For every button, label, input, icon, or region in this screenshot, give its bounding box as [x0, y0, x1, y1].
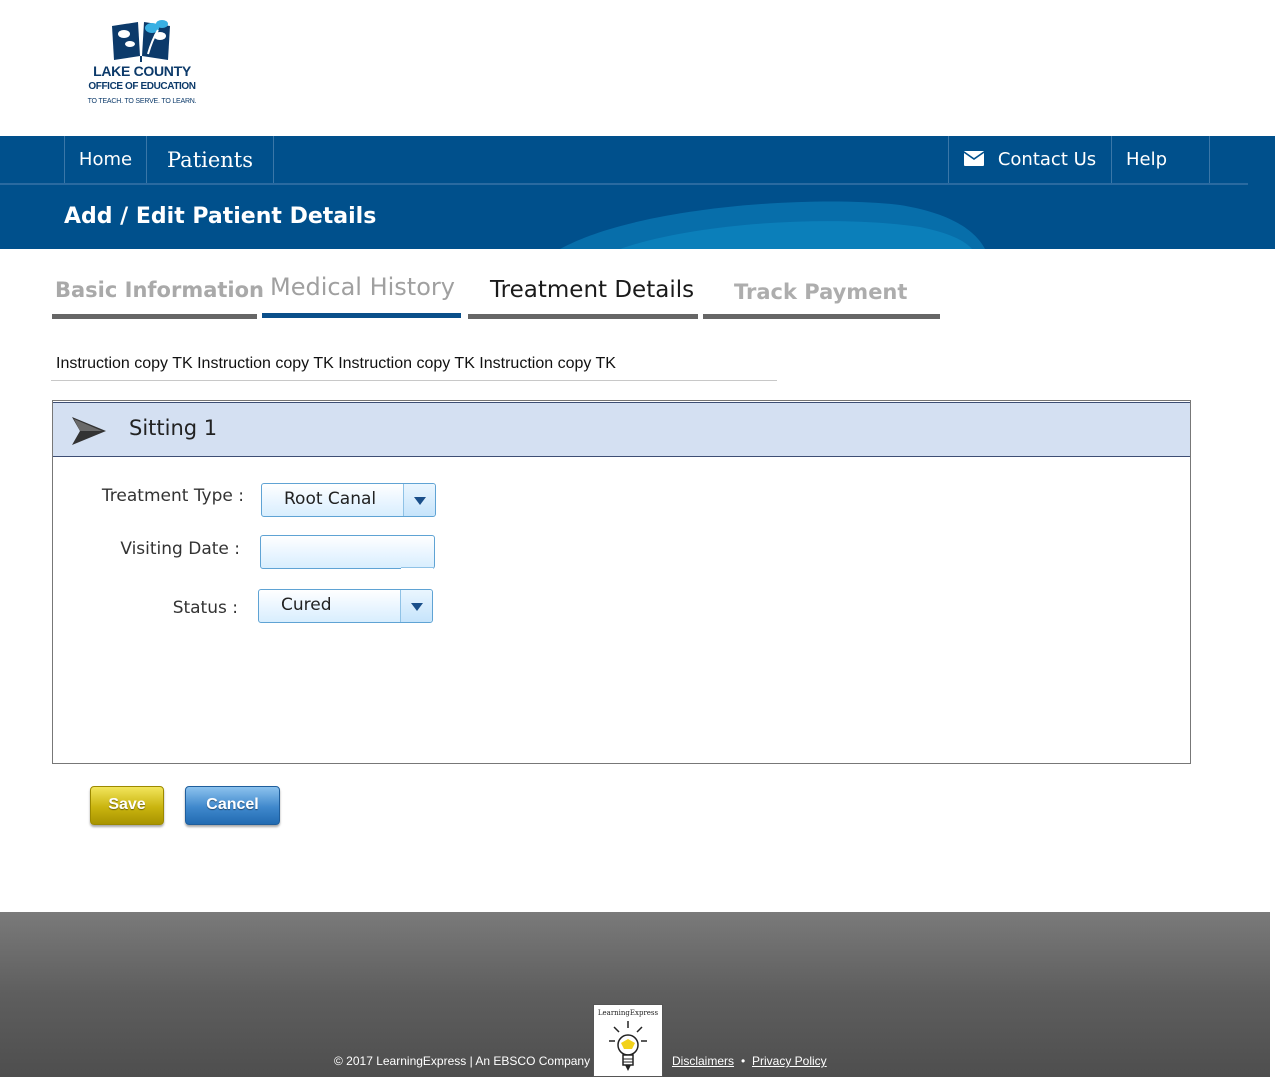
sitting-panel: Sitting 1 Treatment Type : Root Canal Vi… — [52, 400, 1191, 764]
nav-home[interactable]: Home — [64, 136, 147, 184]
learningexpress-logo[interactable]: LearningExpress — [593, 1004, 663, 1077]
instruction-divider — [51, 380, 777, 381]
lightbulb-icon — [609, 1021, 647, 1071]
nav-help[interactable]: Help — [1111, 136, 1210, 184]
tab-label: Basic Information — [55, 278, 264, 302]
nav-contact-label: Contact Us — [997, 149, 1097, 170]
treatment-type-value: Root Canal — [284, 489, 377, 509]
tab-label: Treatment Details — [490, 277, 695, 303]
dropdown-button[interactable] — [403, 484, 435, 516]
logo-subtitle: OFFICE OF EDUCATION — [88, 81, 196, 92]
cancel-button[interactable]: Cancel — [185, 786, 280, 825]
tab-label: Medical History — [270, 273, 455, 301]
envelope-icon — [963, 151, 984, 166]
status-label: Status : — [172, 598, 238, 618]
status-value: Cured — [281, 595, 332, 615]
privacy-policy-link[interactable]: Privacy Policy — [752, 1054, 827, 1068]
dropdown-button[interactable] — [400, 590, 432, 622]
arrow-right-icon — [72, 417, 106, 445]
book-tree-icon — [112, 20, 170, 62]
chevron-down-icon — [411, 603, 423, 611]
page-title: Add / Edit Patient Details — [64, 204, 377, 229]
nav-contact-us[interactable]: Contact Us — [948, 136, 1112, 184]
date-input-notch — [401, 567, 433, 569]
treatment-type-select[interactable]: Root Canal — [261, 483, 436, 517]
tab-label: Track Payment — [734, 280, 908, 304]
top-navigation: Home Patients Contact Us Help — [0, 136, 1275, 185]
logo-tagline: TO TEACH. TO SERVE. TO LEARN. — [87, 98, 197, 105]
tab-underline — [703, 314, 940, 319]
disclaimers-link[interactable]: Disclaimers — [672, 1054, 734, 1068]
status-select[interactable]: Cured — [258, 589, 433, 623]
nav-patients[interactable]: Patients — [146, 136, 274, 184]
title-banner: Add / Edit Patient Details — [0, 185, 1275, 249]
logo-name: LAKE COUNTY — [93, 63, 191, 79]
chevron-down-icon — [414, 497, 426, 505]
instruction-text: Instruction copy TK Instruction copy TK … — [56, 355, 616, 372]
treatment-type-label: Treatment Type : — [101, 486, 244, 506]
tab-underline — [52, 314, 257, 319]
sitting-title: Sitting 1 — [129, 416, 218, 440]
tab-underline — [468, 314, 698, 319]
lake-county-logo[interactable]: LAKE COUNTY OFFICE OF EDUCATION TO TEACH… — [84, 16, 200, 110]
footer-separator: • — [741, 1054, 746, 1068]
sitting-header[interactable]: Sitting 1 — [53, 402, 1190, 457]
footer-copyright: © 2017 LearningExpress | An EBSCO Compan… — [334, 1054, 591, 1068]
tab-underline — [262, 313, 461, 318]
visiting-date-label: Visiting Date : — [120, 539, 240, 559]
save-button[interactable]: Save — [90, 786, 164, 825]
le-logo-text: LearningExpress — [597, 1009, 659, 1017]
visiting-date-input[interactable] — [260, 535, 435, 569]
